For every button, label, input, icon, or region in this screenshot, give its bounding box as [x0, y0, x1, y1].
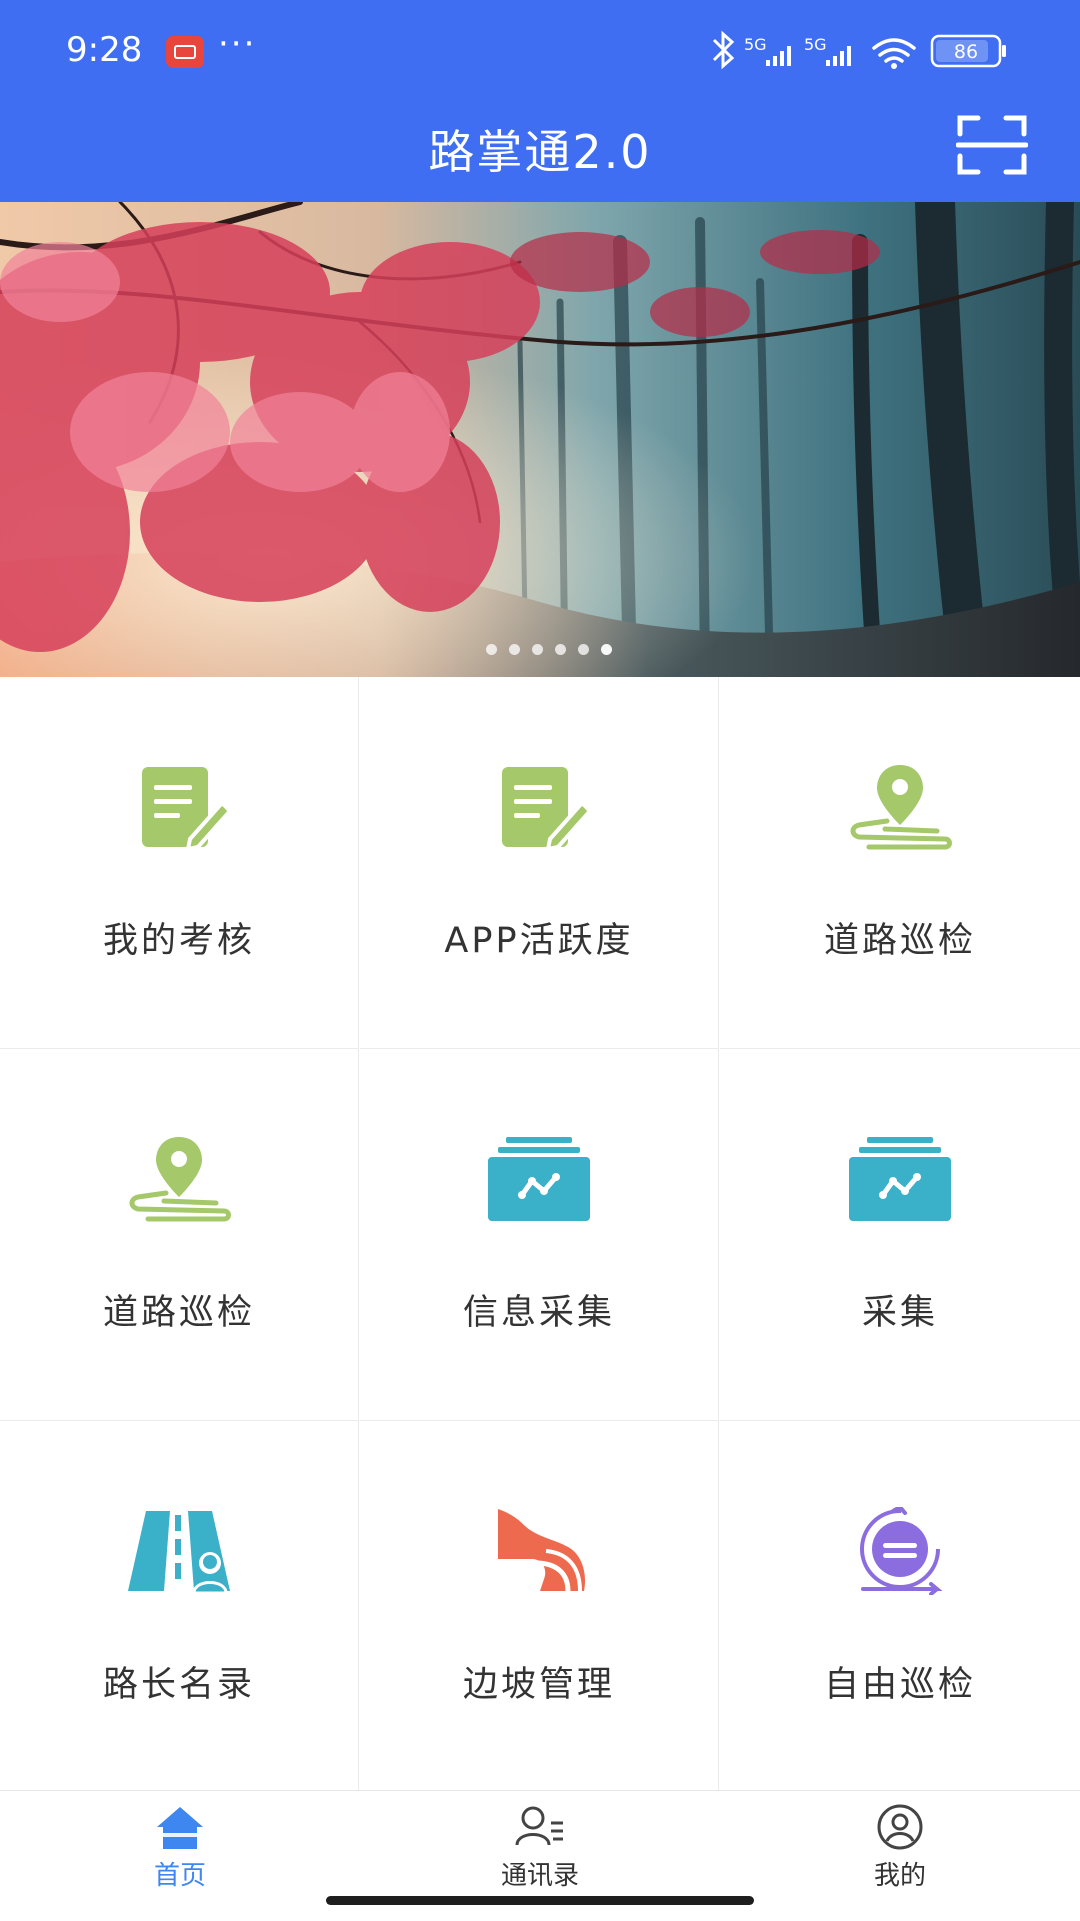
map-pin-route-icon [850, 765, 952, 850]
battery-icon: 86 [930, 34, 1006, 68]
app-header: 9:28 ··· 5G 5G 86 路掌通2.0 [0, 0, 1080, 202]
user-circle-icon [877, 1804, 923, 1850]
grid-item-label: APP活跃度 [444, 921, 634, 961]
grid-item-my-assessment[interactable]: 我的考核 [0, 677, 359, 1049]
scan-icon [956, 115, 1028, 175]
bluetooth-icon [712, 30, 735, 70]
function-grid: 我的考核 APP活跃度 道路巡检 道路巡检 信息采集 采集 路长名录 边坡管理 … [0, 677, 1080, 1790]
grid-item-label: 边坡管理 [462, 1665, 615, 1705]
signal-1-icon [766, 46, 791, 66]
data-folder-icon [488, 1137, 590, 1221]
wifi-icon [872, 38, 916, 63]
home-icon [157, 1807, 203, 1849]
carousel-dot[interactable] [555, 644, 566, 655]
grid-item-label: 采集 [861, 1293, 938, 1333]
carousel-indicators [486, 644, 612, 655]
grid-item-slope-management[interactable]: 边坡管理 [360, 1421, 719, 1790]
forest-banner-image [0, 202, 1080, 677]
grid-item-road-patrol-2[interactable]: 道路巡检 [0, 1049, 359, 1421]
grid-item-road-chief-list[interactable]: 路长名录 [0, 1421, 359, 1790]
carousel-dot[interactable] [509, 644, 520, 655]
home-indicator[interactable] [326, 1896, 754, 1905]
scan-button[interactable] [956, 114, 1028, 176]
grid-item-collection[interactable]: 采集 [720, 1049, 1080, 1421]
signal-2-icon [826, 46, 851, 66]
page-title: 路掌通2.0 [428, 125, 652, 179]
carousel-dot[interactable] [486, 644, 497, 655]
battery-level: 86 [954, 41, 978, 63]
data-folder-icon [849, 1137, 951, 1221]
free-patrol-icon [860, 1507, 943, 1595]
nav-item-contacts[interactable]: 通讯录 [360, 1791, 720, 1891]
banner-carousel[interactable] [0, 202, 1080, 677]
carousel-dot[interactable] [532, 644, 543, 655]
road-person-icon [128, 1511, 230, 1595]
map-pin-route-icon [129, 1137, 231, 1222]
nav-item-label: 首页 [153, 1861, 206, 1891]
notification-app-icon [166, 36, 204, 68]
grid-item-label: 自由巡检 [823, 1665, 976, 1705]
grid-item-free-patrol[interactable]: 自由巡检 [720, 1421, 1080, 1790]
grid-item-app-activity[interactable]: APP活跃度 [360, 677, 719, 1049]
nav-item-label: 我的 [873, 1861, 926, 1891]
slope-icon [498, 1509, 586, 1592]
grid-item-info-collection[interactable]: 信息采集 [360, 1049, 719, 1421]
status-more: ··· [218, 24, 257, 64]
grid-item-label: 我的考核 [102, 921, 255, 961]
grid-item-label: 路长名录 [102, 1665, 255, 1705]
status-icons: 5G 5G 86 [712, 30, 1006, 70]
grid-item-label: 道路巡检 [102, 1293, 255, 1333]
network-1-label: 5G [744, 35, 767, 54]
nav-item-mine[interactable]: 我的 [720, 1791, 1080, 1891]
contacts-icon [515, 1806, 563, 1846]
nav-item-label: 通讯录 [500, 1861, 579, 1891]
carousel-dot[interactable] [578, 644, 589, 655]
network-2-label: 5G [804, 35, 827, 54]
carousel-dot-active[interactable] [601, 644, 612, 655]
status-time: 9:28 [66, 30, 143, 70]
grid-item-label: 信息采集 [462, 1293, 615, 1333]
grid-item-label: 道路巡检 [823, 921, 976, 961]
nav-item-home[interactable]: 首页 [0, 1791, 360, 1891]
grid-item-road-patrol[interactable]: 道路巡检 [720, 677, 1080, 1049]
document-edit-icon [502, 767, 593, 851]
document-edit-icon [142, 767, 233, 851]
